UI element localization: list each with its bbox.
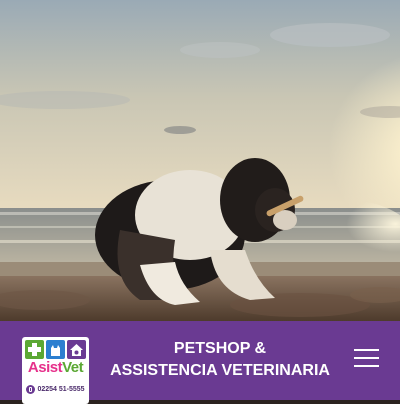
logo-name-vet: Vet [62,359,84,376]
header-bar: AsistVet 02254 51-5555 PETSHOP & ASSISTE… [0,321,400,404]
hamburger-menu-icon[interactable] [354,348,379,370]
paw-house-icon [67,340,86,359]
logo-name-asist: Asist [27,359,63,376]
beach-sunset-photo [0,0,400,321]
phone-icon [26,385,36,394]
asistvet-logo[interactable]: AsistVet 02254 51-5555 [22,337,89,404]
medical-cross-icon [25,340,44,359]
hero-image [0,0,400,321]
logo-icons [25,340,86,359]
site-title-line1: PETSHOP & [173,340,267,357]
cat-icon [46,340,65,359]
logo-phone-number: 02254 51-5555 [37,386,85,393]
logo-phone: 02254 51-5555 [24,385,87,394]
site-title-line2: ASSISTENCIA VETERINARIA [110,362,330,379]
logo-wordmark: AsistVet [22,360,89,376]
site-title: PETSHOP & ASSISTENCIA VETERINARIA [100,338,340,382]
